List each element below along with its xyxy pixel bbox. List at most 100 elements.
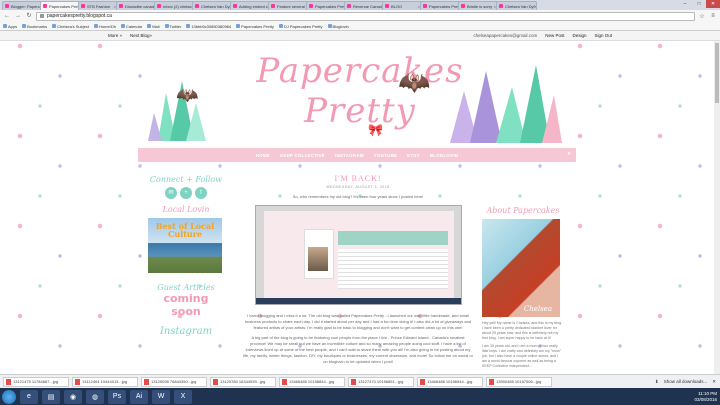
download-item[interactable]: 13125098 76844350...jpg xyxy=(141,376,207,387)
file-icon xyxy=(144,378,149,385)
start-button[interactable] xyxy=(2,389,16,404)
download-icon: ⬇ xyxy=(654,378,659,384)
firefox-icon[interactable]: ◍ xyxy=(86,389,104,404)
favicon-icon xyxy=(81,4,85,8)
design-link[interactable]: Design xyxy=(572,33,586,38)
sign-out-link[interactable]: Sign Out xyxy=(594,33,612,38)
url-text: papercakespretty.blogspot.ca xyxy=(47,13,112,19)
bookmark-icon xyxy=(278,24,283,28)
local-culture-image[interactable]: Best of Local Culture xyxy=(148,218,222,273)
left-sidebar: Connect + Follow ✉ + f Local Lovin Best … xyxy=(148,175,224,337)
browser-tab[interactable]: Papercakes Pretty× xyxy=(420,1,461,10)
clock-time: 11:10 PM xyxy=(698,390,717,396)
bookmark-item[interactable]: Calendar xyxy=(120,24,142,29)
close-downloads-icon[interactable]: ✕ xyxy=(712,379,716,385)
browser-tab[interactable]: Chelsea Van Dyl's Resume× xyxy=(496,1,537,10)
bookmark-icon xyxy=(120,24,125,28)
bookmark-item[interactable]: 13bbb9c30850380984 xyxy=(186,24,231,29)
more-link[interactable]: More » xyxy=(108,33,122,38)
download-item[interactable]: 13125780 16344539...jpg xyxy=(210,376,276,387)
download-filename: 13127470 10156851...jpg xyxy=(358,379,404,384)
maximize-button[interactable]: □ xyxy=(692,0,706,8)
browser-tab[interactable]: STB Fashion × xyxy=(78,1,119,10)
browser-tab[interactable]: BLOG × xyxy=(382,1,423,10)
browser-tab[interactable]: Bristle is sorry × xyxy=(458,1,499,10)
page-viewport: More » Next Blog» chelseapapercakes@gmai… xyxy=(0,31,720,374)
illustrator-icon[interactable]: Ai xyxy=(130,389,148,404)
bookmark-item[interactable]: Bookmarks xyxy=(22,24,47,29)
tab-label: STB Fashion xyxy=(87,3,111,9)
post-image[interactable] xyxy=(254,205,462,305)
bookmark-item[interactable]: DJ Papercakes Pretty xyxy=(278,24,323,29)
browser-tab[interactable]: Feature several random× xyxy=(268,1,309,10)
old-blog-screenshot xyxy=(263,211,454,301)
bookmark-item[interactable]: Twitter xyxy=(164,24,181,29)
clock-date: 03/08/2016 xyxy=(694,396,717,402)
explorer-icon[interactable]: e xyxy=(20,389,38,404)
file-icon xyxy=(282,378,287,385)
menu-icon[interactable]: ≡ xyxy=(709,13,717,19)
nav-item-home[interactable]: HOME xyxy=(256,153,270,158)
download-item[interactable]: 13121475 11784667...jpg xyxy=(3,376,69,387)
download-item[interactable]: 13466486 10156944...jpg xyxy=(417,376,483,387)
facebook-icon[interactable]: f xyxy=(195,187,207,199)
nav-item-instagram[interactable]: INSTAGRAM xyxy=(335,153,364,158)
system-clock[interactable]: 11:10 PM 03/08/2016 xyxy=(694,391,717,403)
file-icon xyxy=(489,378,494,385)
browser-tab[interactable]: Revenue Canada× xyxy=(344,1,385,10)
show-all-downloads-link[interactable]: Show all downloads... xyxy=(664,379,708,384)
nav-item-youtube[interactable]: YOUTUBE xyxy=(374,153,397,158)
browser-tab[interactable]: Dionadbe canada× xyxy=(116,1,157,10)
download-item[interactable]: 13112404 10444013...jpg xyxy=(72,376,138,387)
blog-header[interactable]: 🦇 Papercakes Pretty 🦇 🎀 xyxy=(148,43,562,143)
word-icon[interactable]: W xyxy=(152,389,170,404)
bookmark-item[interactable]: Mail xyxy=(147,24,160,29)
bloglovin-icon[interactable]: + xyxy=(180,187,192,199)
bookmark-label: Papercakes Pretty xyxy=(241,23,274,29)
browser-tab[interactable]: Adding embed code× xyxy=(230,1,271,10)
download-item[interactable]: 13127470 10156851...jpg xyxy=(348,376,414,387)
download-filename: 13590485 10157006...jpg xyxy=(496,379,542,384)
forward-icon[interactable]: → xyxy=(14,12,22,20)
bookmark-item[interactable]: Bloglovin xyxy=(327,24,349,29)
nav-item-keep-collective[interactable]: KEEP COLLECTIVE xyxy=(280,153,325,158)
scrollbar-thumb[interactable] xyxy=(715,43,719,103)
post-title[interactable]: I'M BACK! xyxy=(243,174,473,183)
tab-label: Inbox (2) chelseapapercakes xyxy=(163,3,195,9)
search-icon[interactable]: ⌕ xyxy=(567,151,571,158)
nav-item-bloglovin[interactable]: BLOGLOVIN xyxy=(430,153,459,158)
bookmark-item[interactable]: Home/Dh xyxy=(94,24,116,29)
minimize-button[interactable]: – xyxy=(678,0,692,8)
connect-heading: Connect + Follow xyxy=(149,175,223,184)
reload-icon[interactable]: ↻ xyxy=(25,12,33,20)
email-icon[interactable]: ✉ xyxy=(165,187,177,199)
address-bar-row: ← → ↻ papercakespretty.blogspot.ca ☆ ≡ xyxy=(0,10,720,22)
next-blog-link[interactable]: Next Blog» xyxy=(130,33,152,38)
download-item[interactable]: 13466486 10158844...jpg xyxy=(279,376,345,387)
tab-label: BLOG xyxy=(391,3,403,9)
nav-item-etsy[interactable]: ETSY xyxy=(407,153,420,158)
bookmark-label: 13bbb9c30850380984 xyxy=(191,23,232,29)
photoshop-icon[interactable]: Ps xyxy=(108,389,126,404)
browser-tab[interactable]: Inbox (2) chelseapapercakes× xyxy=(154,1,195,10)
browser-tab[interactable]: Blogger: Papercakes Pretty× xyxy=(2,1,43,10)
back-icon[interactable]: ← xyxy=(3,12,11,20)
download-item[interactable]: 13590485 10157006...jpg xyxy=(486,376,552,387)
download-filename: 13121475 11784667...jpg xyxy=(13,379,59,384)
star-icon[interactable]: ☆ xyxy=(698,13,706,20)
bookmark-item[interactable]: Apps xyxy=(3,24,17,29)
bookmark-item[interactable]: Papercakes Pretty xyxy=(236,24,274,29)
page-scrollbar[interactable] xyxy=(714,41,720,374)
browser-tab[interactable]: Chelsea Van Dyl× xyxy=(192,1,233,10)
close-window-button[interactable]: ✕ xyxy=(706,0,720,8)
excel-icon[interactable]: X xyxy=(174,389,192,404)
favicon-icon xyxy=(309,4,313,8)
bookmark-item[interactable]: Chelsea's Subject xyxy=(52,24,89,29)
post-paragraph-2: A big part of the blog is going to be fe… xyxy=(243,335,473,364)
browser-tab[interactable]: Papercakes Pretty× xyxy=(40,1,81,10)
new-post-link[interactable]: New Post xyxy=(545,33,564,38)
url-input[interactable]: papercakespretty.blogspot.ca xyxy=(36,11,695,21)
browser-tab[interactable]: Papercakes Pretty | Blogger× xyxy=(306,1,347,10)
chrome-icon[interactable]: ◉ xyxy=(64,389,82,404)
folder-icon[interactable]: ▤ xyxy=(42,389,60,404)
